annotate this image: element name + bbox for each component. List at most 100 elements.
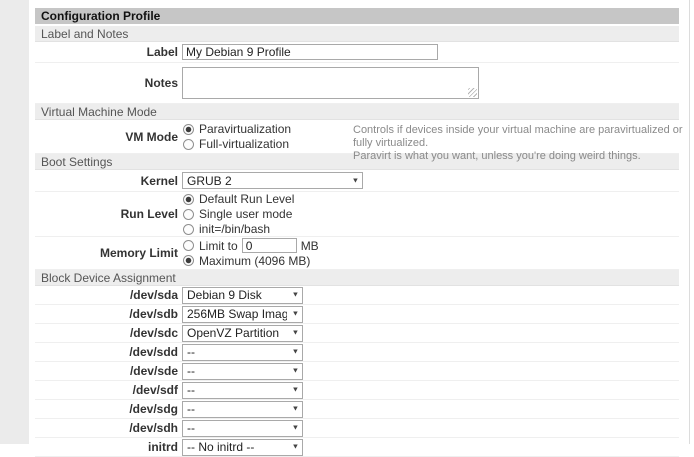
select-arrow-icon: ▼ — [292, 425, 300, 432]
device-sdb-select[interactable]: 256MB Swap Image ▼ — [182, 306, 303, 323]
memory-limit-input[interactable] — [242, 238, 297, 253]
select-arrow-icon: ▼ — [292, 387, 300, 394]
memory-limit-maximum-radio[interactable] — [183, 255, 194, 266]
memory-limit-row: Memory Limit Limit to MB Maximum (4096 M… — [35, 237, 679, 270]
vm-mode-help-line1: Controls if devices inside your virtual … — [353, 124, 683, 150]
device-sdd-select-value: -- — [187, 345, 195, 359]
device-sdg-label: /dev/sdg — [35, 402, 178, 416]
vm-mode-row: VM Mode Paravirtualization Full-virtuali… — [35, 120, 679, 154]
notes-field-row: Notes — [35, 63, 679, 104]
vm-mode-option-full-virtualization: Full-virtualization — [182, 137, 291, 152]
run-level-default-radio[interactable] — [183, 194, 194, 205]
device-row-sdb: /dev/sdb 256MB Swap Image ▼ — [35, 305, 679, 324]
vm-mode-option-paravirtualization: Paravirtualization — [182, 122, 291, 137]
device-sde-label: /dev/sde — [35, 364, 178, 378]
device-sdb-label: /dev/sdb — [35, 307, 178, 321]
initrd-label: initrd — [35, 440, 178, 454]
memory-limit-label: Memory Limit — [35, 246, 178, 260]
config-profile-form: Configuration Profile Label and Notes La… — [35, 8, 679, 457]
kernel-label: Kernel — [35, 174, 178, 188]
select-arrow-icon: ▼ — [292, 444, 300, 451]
memory-limit-maximum-label: Maximum (4096 MB) — [199, 254, 310, 268]
vm-mode-paravirtualization-label: Paravirtualization — [199, 122, 291, 136]
select-arrow-icon: ▼ — [292, 330, 300, 337]
run-level-option-init-bin-bash: init=/bin/bash — [182, 222, 294, 237]
memory-limit-option-maximum: Maximum (4096 MB) — [182, 253, 319, 268]
run-level-init-bin-bash-label: init=/bin/bash — [199, 222, 270, 236]
kernel-select-value: GRUB 2 — [187, 174, 232, 188]
select-arrow-icon: ▼ — [292, 368, 300, 375]
run-level-radio-group: Default Run Level Single user mode init=… — [182, 192, 294, 237]
device-sdc-label: /dev/sdc — [35, 326, 178, 340]
run-level-default-label: Default Run Level — [199, 192, 294, 206]
memory-limit-limit-to-radio[interactable] — [183, 240, 194, 251]
label-field-row: Label — [35, 42, 679, 63]
device-sdh-select-value: -- — [187, 421, 195, 435]
memory-limit-unit-label: MB — [301, 239, 319, 253]
run-level-single-user-label: Single user mode — [199, 207, 292, 221]
run-level-option-single-user: Single user mode — [182, 207, 294, 222]
label-input[interactable] — [182, 44, 438, 60]
device-row-sdf: /dev/sdf -- ▼ — [35, 381, 679, 400]
run-level-option-default: Default Run Level — [182, 192, 294, 207]
kernel-row: Kernel GRUB 2 ▼ — [35, 170, 679, 192]
select-arrow-icon: ▼ — [352, 177, 360, 184]
vm-mode-full-virtualization-label: Full-virtualization — [199, 137, 289, 151]
select-arrow-icon: ▼ — [292, 406, 300, 413]
device-sda-select[interactable]: Debian 9 Disk ▼ — [182, 287, 303, 304]
device-sdd-select[interactable]: -- ▼ — [182, 344, 303, 361]
device-sdd-label: /dev/sdd — [35, 345, 178, 359]
vm-mode-paravirtualization-radio[interactable] — [183, 124, 194, 135]
device-row-sdc: /dev/sdc OpenVZ Partition ▼ — [35, 324, 679, 343]
device-sda-select-value: Debian 9 Disk — [187, 288, 262, 302]
device-row-sdh: /dev/sdh -- ▼ — [35, 419, 679, 438]
vm-mode-help-text: Controls if devices inside your virtual … — [353, 124, 683, 163]
notes-textarea-wrap — [182, 67, 479, 99]
vm-mode-help-line2: Paravirt is what you want, unless you're… — [353, 150, 683, 163]
vm-mode-full-virtualization-radio[interactable] — [183, 139, 194, 150]
device-sdg-select-value: -- — [187, 402, 195, 416]
vm-mode-label: VM Mode — [35, 130, 178, 144]
config-profile-panel: Configuration Profile Label and Notes La… — [29, 0, 690, 444]
device-sde-select-value: -- — [187, 364, 195, 378]
device-row-sda: /dev/sda Debian 9 Disk ▼ — [35, 286, 679, 305]
section-heading-label-and-notes: Label and Notes — [35, 26, 679, 42]
section-heading-virtual-machine-mode: Virtual Machine Mode — [35, 104, 679, 120]
memory-limit-radio-group: Limit to MB Maximum (4096 MB) — [182, 238, 319, 268]
select-arrow-icon: ▼ — [292, 292, 300, 299]
select-arrow-icon: ▼ — [292, 311, 300, 318]
device-sdf-label: /dev/sdf — [35, 383, 178, 397]
page-left-margin — [0, 0, 29, 444]
device-sda-label: /dev/sda — [35, 288, 178, 302]
initrd-select-value: -- No initrd -- — [187, 440, 254, 454]
run-level-single-user-radio[interactable] — [183, 209, 194, 220]
device-sdh-select[interactable]: -- ▼ — [182, 420, 303, 437]
section-heading-block-device-assignment: Block Device Assignment — [35, 270, 679, 286]
device-sdc-select[interactable]: OpenVZ Partition ▼ — [182, 325, 303, 342]
vm-mode-radio-group: Paravirtualization Full-virtualization — [182, 122, 291, 152]
memory-limit-limit-to-label: Limit to — [199, 239, 238, 253]
memory-limit-option-limit-to: Limit to MB — [182, 238, 319, 253]
device-sdg-select[interactable]: -- ▼ — [182, 401, 303, 418]
device-sde-select[interactable]: -- ▼ — [182, 363, 303, 380]
initrd-select[interactable]: -- No initrd -- ▼ — [182, 439, 303, 456]
device-sdc-select-value: OpenVZ Partition — [187, 326, 279, 340]
notes-textarea[interactable] — [182, 67, 479, 99]
label-field-label: Label — [35, 45, 178, 59]
device-sdh-label: /dev/sdh — [35, 421, 178, 435]
run-level-init-bin-bash-radio[interactable] — [183, 224, 194, 235]
device-row-sde: /dev/sde -- ▼ — [35, 362, 679, 381]
device-sdf-select[interactable]: -- ▼ — [182, 382, 303, 399]
device-sdf-select-value: -- — [187, 383, 195, 397]
run-level-row: Run Level Default Run Level Single user … — [35, 192, 679, 237]
select-arrow-icon: ▼ — [292, 349, 300, 356]
panel-title: Configuration Profile — [35, 8, 679, 24]
notes-field-label: Notes — [35, 76, 178, 90]
kernel-select[interactable]: GRUB 2 ▼ — [182, 172, 363, 189]
device-row-sdg: /dev/sdg -- ▼ — [35, 400, 679, 419]
textarea-resize-grip-icon[interactable] — [468, 88, 477, 97]
run-level-label: Run Level — [35, 207, 178, 221]
device-row-sdd: /dev/sdd -- ▼ — [35, 343, 679, 362]
device-row-initrd: initrd -- No initrd -- ▼ — [35, 438, 679, 457]
device-sdb-select-value: 256MB Swap Image — [187, 307, 287, 321]
